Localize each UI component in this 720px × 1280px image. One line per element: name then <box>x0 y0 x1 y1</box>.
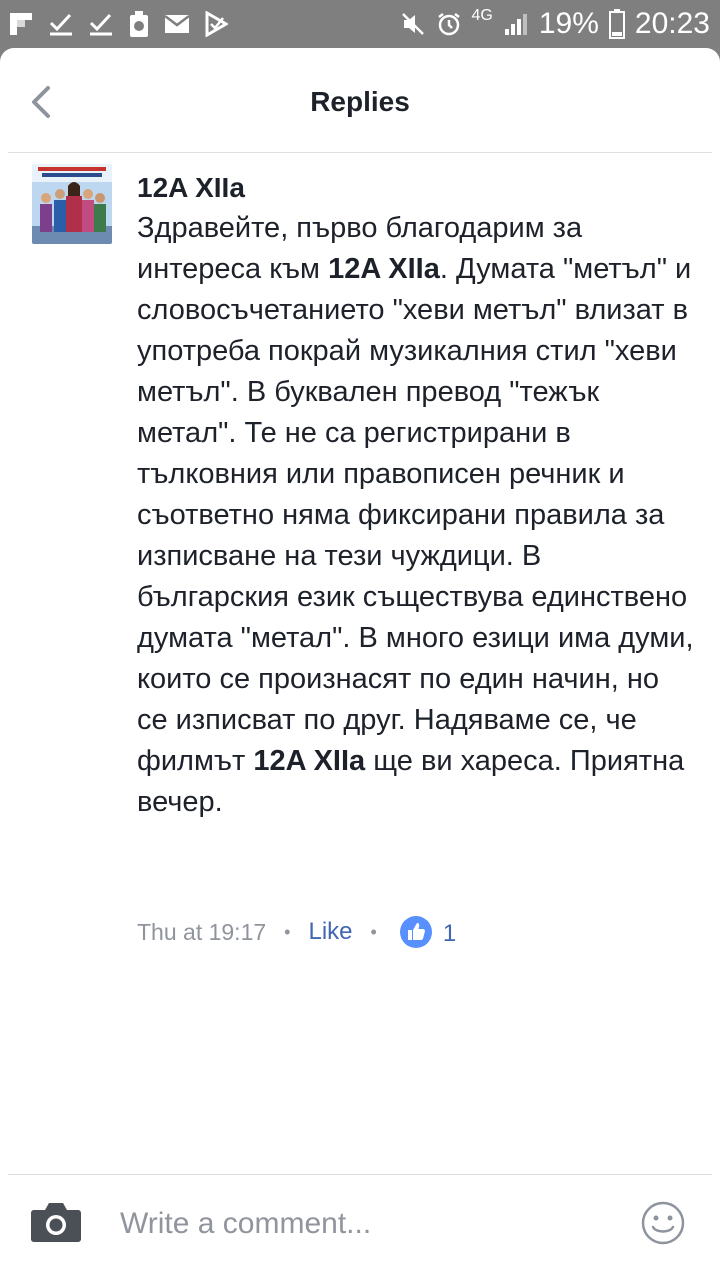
like-count: 1 <box>442 920 457 947</box>
notification-icons <box>8 10 228 38</box>
comment-meta: Thu at 19:17 • Like • 1 <box>137 914 456 950</box>
emoji-button[interactable] <box>640 1200 686 1246</box>
page-title: Replies <box>310 86 410 117</box>
composer-divider <box>8 1174 712 1175</box>
recycle-battery-icon <box>130 11 148 37</box>
mail-icon <box>164 15 190 33</box>
header-divider <box>8 152 712 153</box>
like-button[interactable]: Like <box>308 918 352 946</box>
play-store-icon <box>205 11 228 37</box>
signal-icon <box>504 14 527 35</box>
alarm-icon <box>437 13 460 36</box>
battery-percent: 19% <box>538 7 599 40</box>
status-bar: 4G 19% 20:23 <box>0 0 720 48</box>
timestamp: Thu at 19:17 <box>137 918 267 945</box>
thumbs-up-icon <box>399 916 432 948</box>
reactions-summary[interactable]: 1 <box>399 915 456 949</box>
comment-input[interactable] <box>110 1194 610 1254</box>
page-mention[interactable]: 12A XIIa <box>253 745 365 777</box>
separator-dot: • <box>284 921 291 942</box>
avatar[interactable] <box>32 164 112 244</box>
system-status: 4G 19% 20:23 <box>400 4 710 44</box>
comment-author[interactable]: 12A XIIa <box>137 172 245 204</box>
check-icon <box>49 13 72 36</box>
movie-poster-image <box>32 164 112 244</box>
comment-text-segment: . Думата "метъл" и словосъчетанието "хев… <box>137 253 694 777</box>
mute-icon <box>401 13 424 35</box>
separator-dot: • <box>370 921 377 942</box>
camera-button[interactable] <box>30 1200 82 1244</box>
camera-icon <box>31 1203 81 1242</box>
battery-icon <box>608 9 625 39</box>
replies-sheet: Replies 12A XIIa Здравейте, първо благод… <box>0 48 720 1280</box>
network-type: 4G <box>471 7 493 24</box>
smiley-icon <box>641 1201 685 1245</box>
check-icon-2 <box>89 13 112 36</box>
header: Replies <box>0 48 720 152</box>
comment-text: Здравейте, първо благодарим за интереса … <box>137 208 697 823</box>
flipboard-icon <box>10 13 32 35</box>
clock: 20:23 <box>634 7 710 40</box>
page-mention[interactable]: 12A XIIa <box>328 253 440 285</box>
